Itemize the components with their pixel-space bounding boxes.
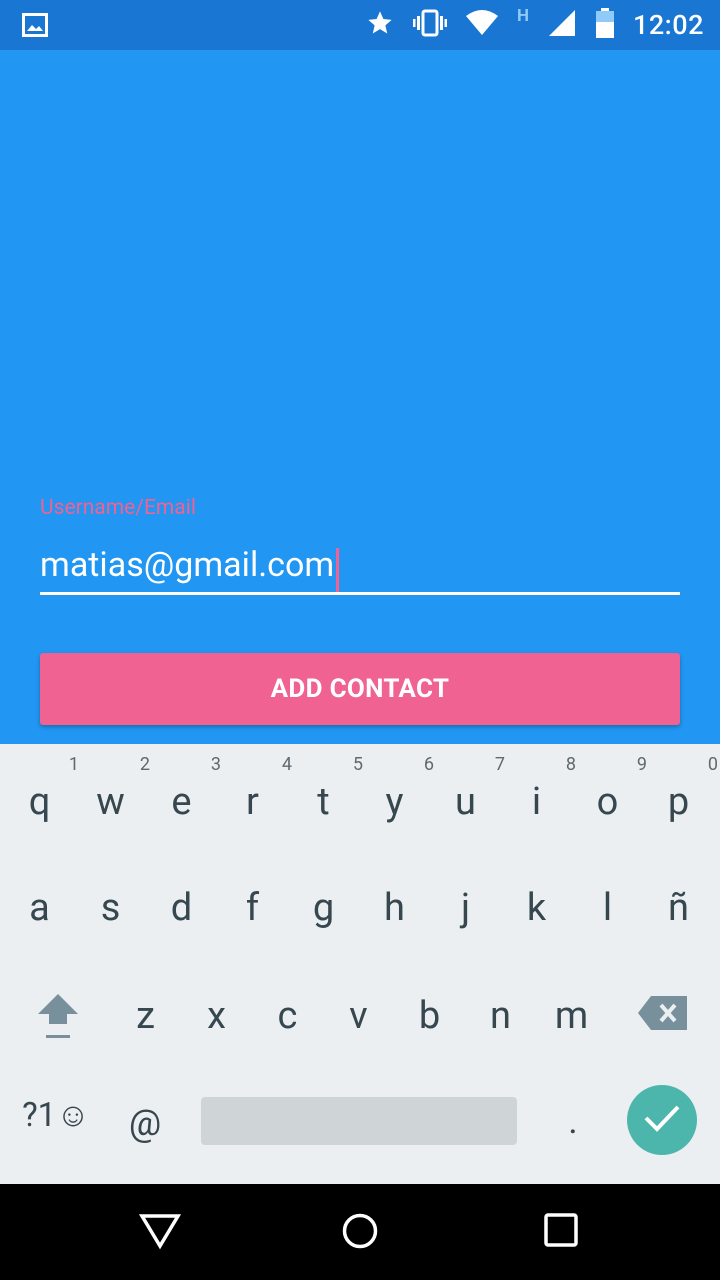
- backspace-key[interactable]: [630, 994, 696, 1042]
- key-a[interactable]: a: [4, 886, 75, 930]
- key-h[interactable]: h: [359, 886, 430, 930]
- key-hint: 5: [352, 754, 363, 775]
- key-z[interactable]: z: [110, 994, 181, 1038]
- vibrate-icon: [412, 8, 447, 42]
- key-label: y: [385, 780, 404, 824]
- key-label: i: [531, 780, 542, 824]
- key-o[interactable]: o9: [572, 754, 647, 824]
- key-w[interactable]: w2: [75, 754, 150, 824]
- key-c[interactable]: c: [252, 994, 323, 1038]
- network-type-label: H: [516, 6, 529, 26]
- shift-key[interactable]: [20, 988, 96, 1050]
- key-v[interactable]: v: [323, 994, 394, 1038]
- enter-key[interactable]: [627, 1085, 697, 1155]
- key-label: r: [246, 780, 259, 824]
- period-key[interactable]: .: [548, 1100, 598, 1142]
- key-label: o: [596, 780, 619, 824]
- home-circle-icon: [341, 1213, 379, 1254]
- key-hint: 0: [707, 754, 718, 775]
- key-k[interactable]: k: [501, 886, 572, 930]
- navigation-bar: [0, 1184, 720, 1280]
- key-hint: 8: [565, 754, 576, 775]
- key-j[interactable]: j: [430, 886, 501, 930]
- key-l[interactable]: l: [572, 886, 643, 930]
- back-button[interactable]: [138, 1212, 182, 1254]
- username-email-label: Username/Email: [40, 496, 196, 520]
- key-hint: 4: [281, 754, 292, 775]
- key-b[interactable]: b: [394, 994, 465, 1038]
- key-n[interactable]: n: [465, 994, 536, 1038]
- soft-keyboard: q1w2e3r4t5y6u7i8o9p0 asdfghjklñ zxcvbnm …: [0, 744, 720, 1184]
- check-icon: [643, 1103, 681, 1137]
- key-ñ[interactable]: ñ: [643, 886, 714, 930]
- wifi-icon: [465, 10, 499, 40]
- key-label: q: [28, 780, 51, 824]
- key-label: e: [171, 780, 192, 824]
- input-value: matias@gmail.com: [40, 545, 335, 585]
- key-f[interactable]: f: [217, 886, 288, 930]
- recents-square-icon: [543, 1213, 579, 1252]
- clock: 12:02: [632, 9, 704, 41]
- recents-button[interactable]: [543, 1212, 579, 1252]
- home-button[interactable]: [341, 1212, 379, 1254]
- space-bar[interactable]: [201, 1097, 517, 1145]
- key-hint: 6: [423, 754, 434, 775]
- key-g[interactable]: g: [288, 886, 359, 930]
- key-s[interactable]: s: [75, 886, 146, 930]
- key-label: w: [96, 780, 125, 824]
- key-u[interactable]: u7: [430, 754, 505, 824]
- key-q[interactable]: q1: [4, 754, 79, 824]
- key-hint: 9: [636, 754, 647, 775]
- image-notification-icon: [22, 13, 48, 41]
- key-hint: 2: [139, 754, 150, 775]
- battery-icon: [595, 8, 615, 42]
- key-label: t: [317, 780, 330, 824]
- key-hint: 7: [494, 754, 505, 775]
- add-contact-button[interactable]: ADD CONTACT: [40, 653, 680, 725]
- app-content: Username/Email matias@gmail.com ADD CONT…: [0, 50, 720, 744]
- star-icon: [365, 9, 395, 41]
- key-p[interactable]: p0: [643, 754, 718, 824]
- key-t[interactable]: t5: [288, 754, 363, 824]
- text-cursor: [336, 547, 340, 592]
- status-bar: H 12:02: [0, 0, 720, 50]
- at-key[interactable]: @: [115, 1102, 175, 1144]
- key-m[interactable]: m: [536, 994, 607, 1038]
- key-label: u: [455, 780, 476, 824]
- key-i[interactable]: i8: [501, 754, 576, 824]
- back-triangle-icon: [138, 1214, 182, 1254]
- username-email-input[interactable]: matias@gmail.com: [40, 542, 680, 595]
- key-hint: 3: [210, 754, 221, 775]
- signal-icon: [547, 8, 577, 42]
- key-label: p: [667, 780, 690, 824]
- key-x[interactable]: x: [181, 994, 252, 1038]
- key-d[interactable]: d: [146, 886, 217, 930]
- symbols-key[interactable]: ?1☺: [14, 1096, 98, 1135]
- key-e[interactable]: e3: [146, 754, 221, 824]
- key-r[interactable]: r4: [217, 754, 292, 824]
- key-hint: 1: [68, 754, 79, 775]
- key-y[interactable]: y6: [359, 754, 435, 824]
